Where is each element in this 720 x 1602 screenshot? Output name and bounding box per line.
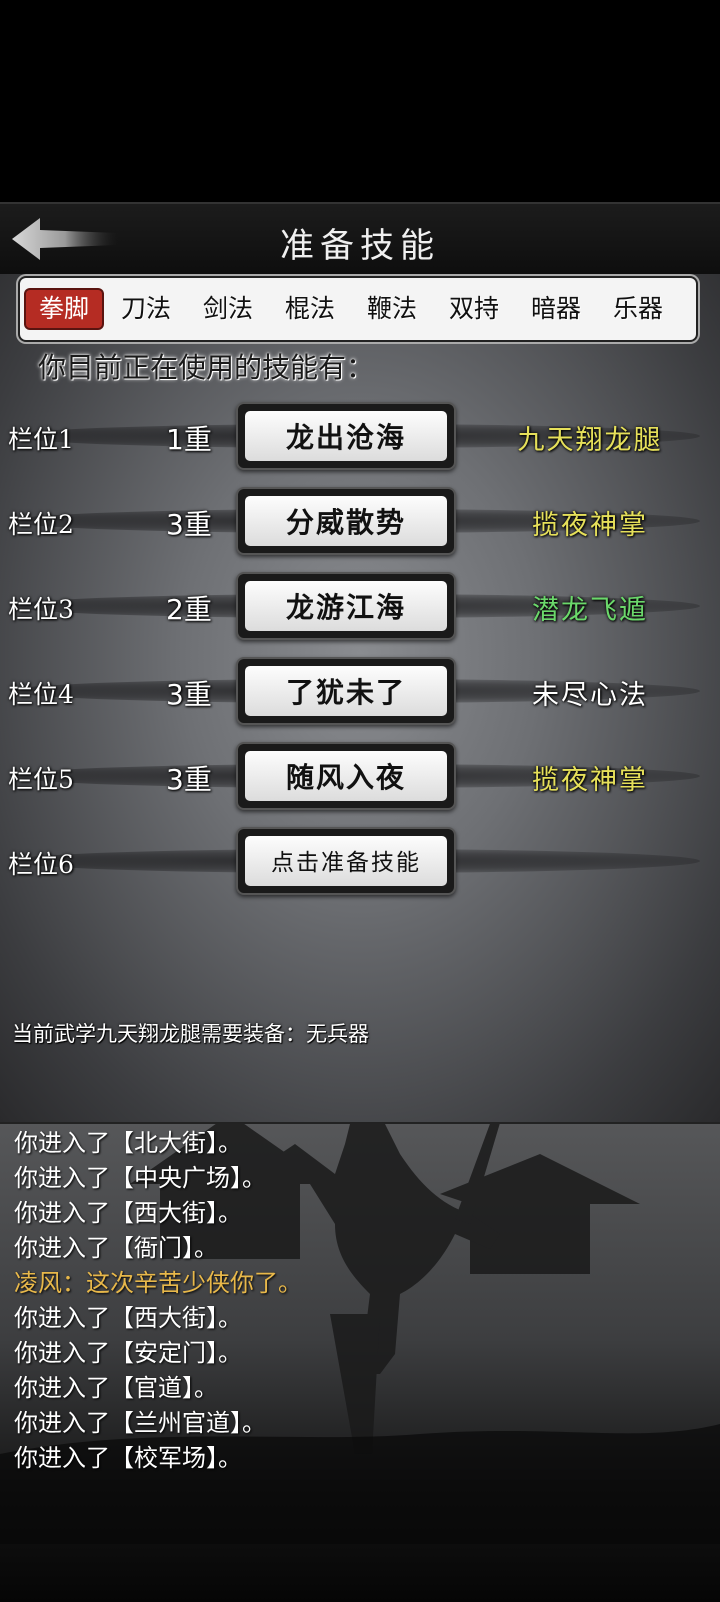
tab-hidden-weapon[interactable]: 暗器 [518,290,594,328]
skill-button[interactable]: 龙出沧海 [236,402,456,470]
skill-level: 2重 [166,593,212,626]
skill-button[interactable]: 分威散势 [236,487,456,555]
skill-name: 龙游江海 [245,581,447,631]
log-line: 你进入了【西大街】。 [14,1199,242,1227]
log-list: 你进入了【北大街】。 你进入了【中央广场】。 你进入了【西大街】。 你进入了【衙… [14,1126,302,1476]
skill-name: 龙出沧海 [245,411,447,461]
header-bar: 准备技能 [0,202,720,276]
skill-button[interactable]: 随风入夜 [236,742,456,810]
skill-slot-4: 栏位4 3重 了犹未了 未尽心法 [0,657,720,729]
slot-label: 栏位1 [8,425,74,454]
skill-slot-1: 栏位1 1重 龙出沧海 九天翔龙腿 [0,402,720,474]
skill-slot-5: 栏位5 3重 随风入夜 揽夜神掌 [0,742,720,814]
skill-source: 揽夜神掌 [532,765,648,796]
tab-dual-wield[interactable]: 双持 [436,290,512,328]
skill-source: 揽夜神掌 [532,510,648,541]
skill-prepare-panel: 拳脚 刀法 剑法 棍法 鞭法 双持 暗器 乐器 你目前正在使用的技能有： 栏位1… [0,274,720,1122]
slot-label: 栏位6 [8,850,74,879]
skill-source: 潜龙飞遁 [532,595,648,626]
tab-staff[interactable]: 棍法 [272,290,348,328]
slot-label: 栏位4 [8,680,74,709]
tab-sword[interactable]: 剑法 [190,290,266,328]
log-line: 你进入了【安定门】。 [14,1339,242,1367]
skill-level: 1重 [166,423,212,456]
tab-instrument[interactable]: 乐器 [600,290,676,328]
log-line: 你进入了【衙门】。 [14,1234,218,1262]
current-skills-heading: 你目前正在使用的技能有： [38,351,375,384]
log-line: 你进入了【北大街】。 [14,1129,242,1157]
skill-name: 了犹未了 [245,666,447,716]
weapon-category-tabs: 拳脚 刀法 剑法 棍法 鞭法 双持 暗器 乐器 [20,278,696,340]
log-line: 你进入了【校军场】。 [14,1444,242,1472]
prepare-skill-button[interactable]: 点击准备技能 [236,827,456,895]
skill-button[interactable]: 龙游江海 [236,572,456,640]
equipment-requirement: 当前武学九天翔龙腿需要装备：无兵器 [12,1022,369,1046]
log-line-npc-dialogue: 凌风：这次辛苦少侠你了。 [14,1269,302,1297]
page-title: 准备技能 [280,226,440,266]
skill-name: 随风入夜 [245,751,447,801]
skill-slot-3: 栏位3 2重 龙游江海 潜龙飞遁 [0,572,720,644]
log-line: 你进入了【兰州官道】。 [14,1409,266,1437]
tab-whip[interactable]: 鞭法 [354,290,430,328]
skill-button[interactable]: 了犹未了 [236,657,456,725]
slot-label: 栏位3 [8,595,74,624]
message-log: 你进入了【北大街】。 你进入了【中央广场】。 你进入了【西大街】。 你进入了【衙… [0,1122,720,1602]
skill-name: 分威散势 [245,496,447,546]
skill-source: 未尽心法 [532,680,648,711]
skill-level: 3重 [166,678,212,711]
log-line: 你进入了【官道】。 [14,1374,218,1402]
prepare-skill-label: 点击准备技能 [245,836,447,886]
skill-level: 3重 [166,763,212,796]
log-line: 你进入了【西大街】。 [14,1304,242,1332]
skill-level: 3重 [166,508,212,541]
slot-label: 栏位5 [8,765,74,794]
log-line: 你进入了【中央广场】。 [14,1164,266,1192]
tab-blade[interactable]: 刀法 [108,290,184,328]
skill-source: 九天翔龙腿 [517,425,663,456]
status-bar-area [0,0,720,202]
skill-slot-2: 栏位2 3重 分威散势 揽夜神掌 [0,487,720,559]
slot-label: 栏位2 [8,510,74,539]
tab-fist-kick[interactable]: 拳脚 [26,290,102,328]
skill-slot-6: 栏位6 点击准备技能 [0,827,720,899]
